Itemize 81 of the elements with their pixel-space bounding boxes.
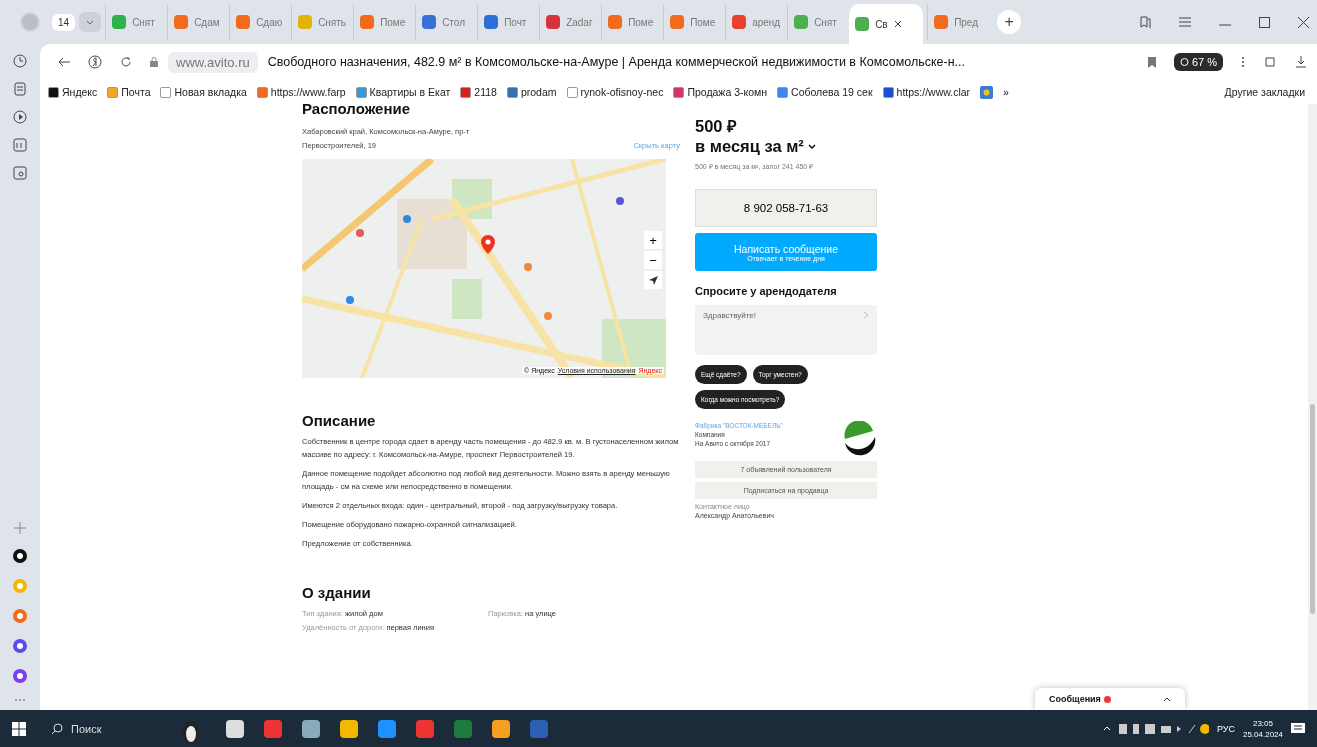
taskbar-app-icon[interactable] <box>492 719 510 738</box>
section-heading: Расположение <box>302 104 412 117</box>
notification-icon[interactable] <box>1291 722 1305 735</box>
more-vertical-icon[interactable] <box>1241 56 1245 68</box>
address-bar[interactable]: www.avito.ru Свободного назначения, 482.9 м² в Комсомольске-на-Амуре | Аренда коммерческой недвижимости в Комсомольске-н... <box>150 47 1130 77</box>
question-field[interactable]: Здравствуйте! <box>695 305 877 355</box>
yandex-logo-icon[interactable] <box>88 55 102 69</box>
browser-tab[interactable]: Снят <box>787 4 846 40</box>
browser-tab[interactable]: Снят <box>105 4 164 40</box>
taskbar-app-icon[interactable] <box>226 719 244 738</box>
browser-tab[interactable]: Стол <box>415 4 474 40</box>
screenshot-icon[interactable] <box>13 166 27 180</box>
close-icon <box>893 20 902 28</box>
back-icon[interactable] <box>58 57 70 67</box>
browser-tab[interactable]: Zadar <box>539 4 598 40</box>
browser-tab[interactable]: Поме <box>353 4 412 40</box>
map-zoom-button[interactable]: − <box>644 251 662 269</box>
bookmark-item[interactable]: prodam <box>506 86 557 98</box>
bookmark-item[interactable]: Квартиры в Екат <box>355 86 451 98</box>
phone-button[interactable]: 8 902 058-71-63 <box>695 189 877 227</box>
bookmark-icon[interactable] <box>1147 56 1156 68</box>
lock-icon <box>150 57 158 67</box>
ask-heading: Спросите у арендодателя <box>695 285 838 297</box>
seller-logo-icon <box>841 421 877 457</box>
browser-tab[interactable]: Почт <box>477 4 536 40</box>
bookmark-item[interactable]: Почта <box>107 86 151 98</box>
bookmark-item[interactable]: Яндекс <box>48 86 98 98</box>
section-heading: Описание <box>302 412 377 429</box>
bookmark-item[interactable]: 2118 <box>460 86 497 98</box>
taskbar-search[interactable]: Поиск <box>46 721 156 736</box>
search-icon <box>52 723 63 734</box>
tab-count[interactable]: 14 <box>52 13 76 31</box>
caret-icon <box>86 19 95 25</box>
document-icon[interactable] <box>13 82 27 96</box>
price: 500 ₽ <box>695 116 739 136</box>
messages-popup[interactable]: Сообщения <box>1035 688 1185 710</box>
download-icon[interactable] <box>1295 56 1307 68</box>
zoom-badge[interactable]: 67 % <box>1173 53 1223 71</box>
new-tab-button[interactable]: + <box>997 10 1022 34</box>
bookmark-item[interactable]: Новая вкладка <box>160 86 247 98</box>
app-icon[interactable] <box>12 548 28 564</box>
address-domain: www.avito.ru <box>168 51 258 73</box>
windows-start-icon[interactable] <box>12 721 26 736</box>
browser-tab[interactable]: Св <box>849 4 924 44</box>
browser-tab[interactable]: Поме <box>601 4 660 40</box>
chevron-up-icon[interactable] <box>1163 696 1171 702</box>
browser-tab[interactable]: Снять <box>291 4 350 40</box>
bookmark-item[interactable]: Продажа 3-комн <box>673 86 768 98</box>
more-bookmarks-button[interactable]: » <box>1003 86 1009 98</box>
page-title: Свободного назначения, 482.9 м² в Комсомольске-на-Амуре | Аренда коммерческой недвижимости в Комсомольске-н... <box>267 55 966 69</box>
messages-label: Сообщения <box>1049 694 1101 704</box>
price-unit: в месяц за м² <box>695 136 804 156</box>
browser-tab[interactable]: Пред <box>927 4 986 40</box>
clock-icon[interactable] <box>13 54 27 68</box>
chevron-down-icon[interactable] <box>807 143 816 149</box>
browser-tab[interactable]: Сдам <box>167 4 226 40</box>
taskbar-app-icon[interactable] <box>302 719 320 738</box>
locate-icon[interactable] <box>644 271 662 289</box>
bookmark-item[interactable]: https://www.farp <box>256 86 346 98</box>
taskbar-app-icon[interactable] <box>340 719 358 738</box>
bookmark-panel-icon[interactable] <box>1139 15 1151 29</box>
clock-time[interactable]: 23:05 <box>1252 717 1273 729</box>
reload-icon[interactable] <box>120 56 132 68</box>
keyboard-language[interactable]: РУС <box>1216 723 1235 734</box>
play-icon[interactable] <box>13 110 27 124</box>
maximize-icon[interactable] <box>1259 16 1270 28</box>
bookmark-item[interactable]: Соболева 19 сек <box>777 86 873 98</box>
scrollbar[interactable] <box>1308 104 1317 710</box>
tray-icons-drawing[interactable] <box>1118 722 1209 735</box>
other-bookmarks-folder[interactable]: Другие закладки <box>1224 86 1305 98</box>
clock-date[interactable]: 25.04.2024 <box>1242 728 1283 740</box>
chat-bubble-icon <box>1179 57 1189 67</box>
close-icon[interactable] <box>1298 16 1309 28</box>
bookmark-item[interactable]: https://www.clar <box>882 86 971 98</box>
map-zoom-button[interactable]: + <box>644 231 662 249</box>
section-heading: О здании <box>302 584 372 601</box>
browser-tab[interactable]: Поме <box>663 4 722 40</box>
browser-tab[interactable]: аренд <box>725 4 784 40</box>
bookmark-item[interactable]: rynok-ofisnoy-nec <box>566 86 664 98</box>
taskbar-app-icon[interactable] <box>378 719 396 738</box>
browser-tab[interactable]: Сдаю <box>229 4 288 40</box>
